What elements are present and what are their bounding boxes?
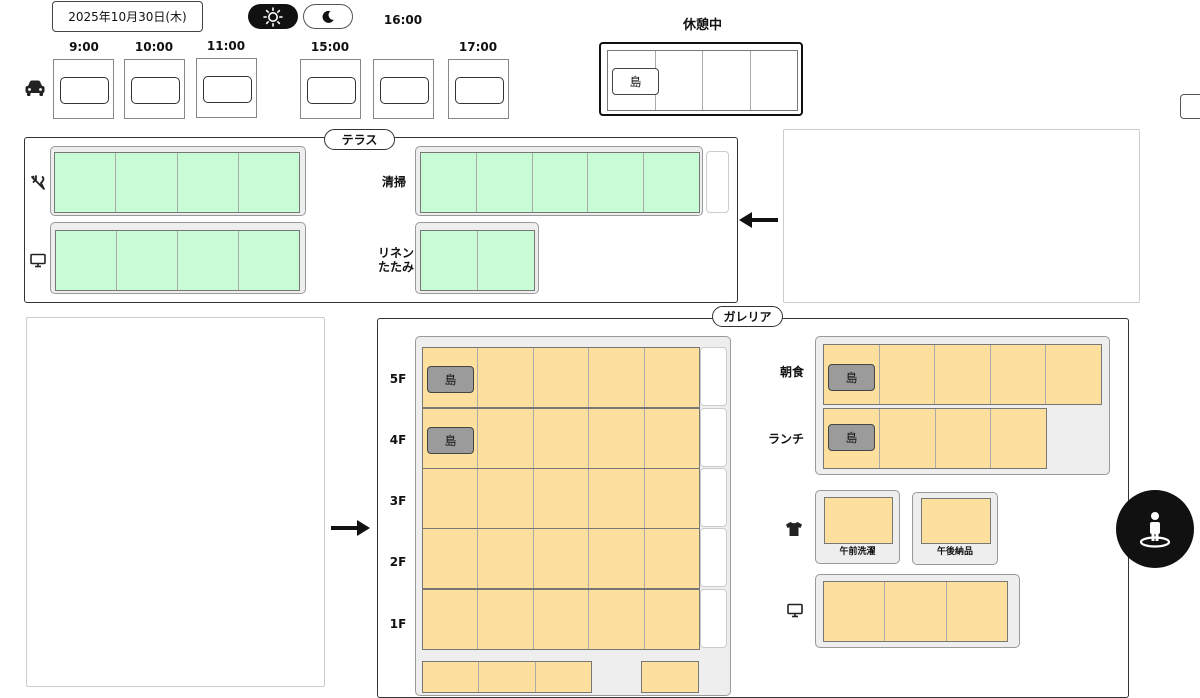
floor-label: 1F xyxy=(389,617,407,631)
linen-label-line1: リネン xyxy=(377,246,414,260)
terrace-group xyxy=(50,222,306,294)
extra-row[interactable] xyxy=(422,661,592,693)
terrace-title: テラス xyxy=(324,129,395,150)
empty-slot[interactable] xyxy=(700,528,727,587)
empty-slot[interactable] xyxy=(700,408,727,467)
linen-label-line2: たたみ xyxy=(377,259,414,274)
galleria-title: ガレリア xyxy=(712,306,783,327)
cleaning-label: 清掃 xyxy=(381,175,406,189)
floor-row-5F[interactable]: 島 xyxy=(422,347,700,408)
linen-label: リネン たたみ xyxy=(360,246,414,275)
monitor-group xyxy=(815,574,1020,648)
lunch-label: ランチ xyxy=(767,432,804,446)
laundry-afternoon-label: 午後納品 xyxy=(936,547,973,557)
empty-slot[interactable] xyxy=(706,151,729,213)
empty-panel xyxy=(783,129,1140,303)
breakfast-row[interactable]: 島 xyxy=(823,344,1102,405)
slot-time-label: 15:00 xyxy=(310,40,350,54)
person-location-icon xyxy=(1138,510,1172,548)
time-slot-17[interactable] xyxy=(448,59,509,119)
break-title: 休憩中 xyxy=(682,18,722,33)
laundry-morning[interactable]: 午前洗濯 xyxy=(815,490,900,564)
terrace-group xyxy=(50,146,306,216)
arrow-right-icon xyxy=(330,517,370,539)
monitor-icon xyxy=(786,601,804,619)
empty-panel xyxy=(26,317,325,687)
slot-time-label: 17:00 xyxy=(458,40,498,54)
light-mode-toggle[interactable] xyxy=(248,4,298,29)
empty-slot[interactable] xyxy=(700,347,727,406)
time-slot-16[interactable] xyxy=(373,59,434,119)
floor-row-2F[interactable] xyxy=(422,528,700,589)
empty-slot[interactable] xyxy=(700,468,727,527)
cleaning-group xyxy=(415,146,703,216)
arrow-left-icon xyxy=(739,209,779,231)
slot-time-label: 11:00 xyxy=(206,39,246,53)
staff-tag[interactable]: 島 xyxy=(612,68,659,95)
shirt-icon xyxy=(784,519,804,539)
time-slot-9[interactable] xyxy=(53,59,114,119)
date-selector[interactable]: 2025年10月30日(木) xyxy=(52,1,203,32)
sun-icon xyxy=(263,6,283,27)
slot-time-label: 10:00 xyxy=(134,40,174,54)
staff-tag[interactable]: 島 xyxy=(427,366,474,393)
floor-label: 5F xyxy=(389,372,407,386)
time-slot-11[interactable] xyxy=(196,58,257,118)
staff-tag[interactable]: 島 xyxy=(828,364,875,391)
breakfast-label: 朝食 xyxy=(779,365,804,379)
staff-tag[interactable]: 島 xyxy=(427,427,474,454)
slot-time-label: 9:00 xyxy=(69,40,99,54)
fork-knife-icon xyxy=(29,174,47,192)
dark-mode-toggle[interactable] xyxy=(303,4,353,29)
side-button[interactable] xyxy=(1180,94,1200,119)
laundry-morning-label: 午前洗濯 xyxy=(839,547,876,557)
time-slot-15[interactable] xyxy=(300,59,361,119)
floor-row-4F[interactable]: 島 xyxy=(422,408,700,469)
lunch-row[interactable]: 島 xyxy=(823,408,1047,469)
break-area[interactable]: 島 xyxy=(599,42,803,116)
time-slot-10[interactable] xyxy=(124,59,185,119)
floor-row-3F[interactable] xyxy=(422,468,700,529)
floor-label: 2F xyxy=(389,555,407,569)
locate-fab[interactable] xyxy=(1116,490,1194,568)
monitor-icon xyxy=(29,251,47,269)
floor-label: 4F xyxy=(389,433,407,447)
floor-row-1F[interactable] xyxy=(422,589,700,650)
floor-label: 3F xyxy=(389,494,407,508)
staff-tag[interactable]: 島 xyxy=(828,424,875,451)
car-icon xyxy=(23,77,47,99)
empty-slot[interactable] xyxy=(700,589,727,648)
slot-time-label: 16:00 xyxy=(383,13,423,27)
linen-group xyxy=(415,222,539,294)
moon-icon xyxy=(321,10,335,24)
laundry-afternoon[interactable]: 午後納品 xyxy=(912,492,998,565)
extra-row[interactable] xyxy=(641,661,699,693)
